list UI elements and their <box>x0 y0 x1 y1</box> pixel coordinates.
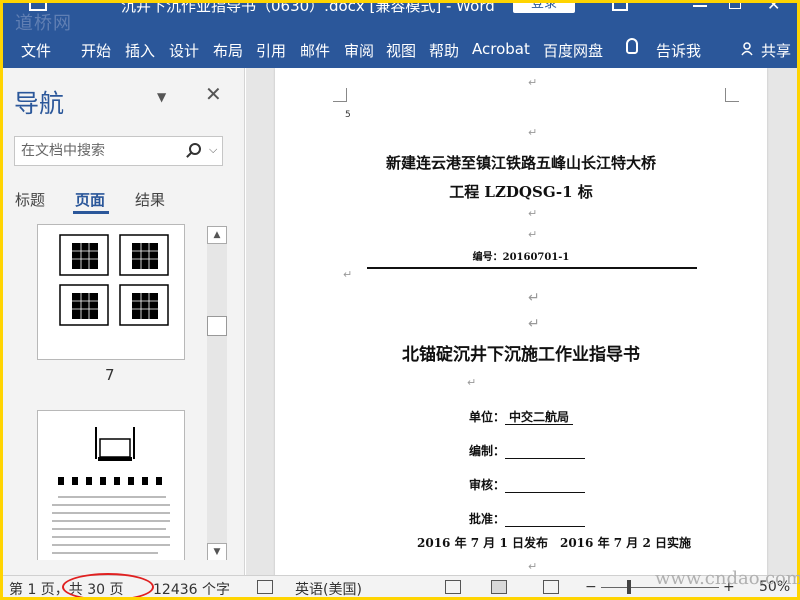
print-layout-icon[interactable] <box>491 580 507 594</box>
nav-tab-pages[interactable]: 页面 <box>75 189 105 210</box>
document-page[interactable]: 5 ↵ ↵ 新建连云港至镇江铁路五峰山长江特大桥 工程 LZDQSG-1 标 ↵… <box>275 68 767 575</box>
paragraph-mark: ↵ <box>343 268 353 281</box>
thumbnail-scrollbar[interactable]: ▲ ▼ <box>207 226 227 560</box>
paragraph-mark: ↵ <box>528 228 538 241</box>
nav-tab-headings[interactable]: 标题 <box>15 189 45 210</box>
compile-label: 编制： <box>469 444 506 458</box>
publish-dates: 2016 年 7 月 1 日发布 2016 年 7 月 2 日实施 <box>417 536 691 550</box>
person-icon <box>741 42 753 56</box>
login-button[interactable]: 登录 <box>513 3 575 13</box>
tab-home[interactable]: 开始 <box>81 40 111 61</box>
tab-help[interactable]: 帮助 <box>429 40 459 61</box>
tell-me-search[interactable]: 告诉我 <box>656 40 701 61</box>
tab-design[interactable]: 设计 <box>169 40 199 61</box>
review-field: 审核： <box>469 476 586 493</box>
approve-blank <box>505 515 586 527</box>
tab-insert[interactable]: 插入 <box>125 40 155 61</box>
site-url-watermark: www.cndao.com <box>655 568 800 589</box>
navigation-pane: 导航 ▼ ✕ ⌵ 标题 页面 结果 <box>3 68 245 575</box>
review-label: 审核： <box>469 478 506 492</box>
page-thumbnails: 7 ▲ ▼ <box>3 220 245 560</box>
tab-view[interactable]: 视图 <box>386 40 416 61</box>
tab-acrobat[interactable]: Acrobat <box>472 40 530 58</box>
close-window-icon[interactable]: ✕ <box>767 3 780 14</box>
text-page-preview <box>52 427 170 554</box>
site-logo-watermark: 道桥网 <box>15 13 72 34</box>
active-tab-indicator <box>73 211 109 214</box>
project-name-line1: 新建连云港至镇江铁路五峰山长江特大桥 <box>385 154 656 172</box>
chevron-down-icon[interactable]: ⌵ <box>209 143 217 157</box>
compile-field: 编制： <box>469 442 586 459</box>
nav-search-box[interactable]: ⌵ <box>14 136 223 166</box>
paragraph-mark: ↵ <box>528 316 540 332</box>
nav-search-input[interactable] <box>21 141 181 161</box>
word-window: 沉井下沉作业指导书（0630）.docx [兼容模式] - Word 登录 ✕ … <box>3 3 797 597</box>
ribbon-display-icon[interactable] <box>612 3 628 11</box>
tab-mailings[interactable]: 邮件 <box>300 40 330 61</box>
read-mode-icon[interactable] <box>445 580 461 594</box>
review-blank <box>505 481 586 493</box>
unit-value: 中交二航局 <box>505 410 574 425</box>
tab-file[interactable]: 文件 <box>21 40 51 61</box>
unit-field: 单位： 中交二航局 <box>469 408 574 425</box>
document-number: 编号：20160701-1 <box>472 252 570 263</box>
approve-label: 批准： <box>469 512 506 526</box>
paragraph-mark: ↵ <box>528 126 538 139</box>
web-layout-icon[interactable] <box>543 580 559 594</box>
approve-field: 批准： <box>469 510 586 527</box>
page-thumbnail[interactable] <box>37 224 185 360</box>
unit-label: 单位： <box>469 410 506 424</box>
zoom-slider-thumb[interactable] <box>627 580 631 594</box>
word-count[interactable]: 12436 个字 <box>153 579 230 597</box>
main-title: 北锚碇沉井下沉施工作业指导书 <box>402 345 640 365</box>
lightbulb-icon[interactable] <box>626 38 638 54</box>
page-marker: 5 <box>345 110 351 120</box>
margin-corner-mark <box>333 88 347 102</box>
tab-baidu-netdisk[interactable]: 百度网盘 <box>543 40 603 61</box>
grid-drawings-preview <box>59 234 169 326</box>
tab-layout[interactable]: 布局 <box>213 40 243 61</box>
paragraph-mark: ↵ <box>528 560 538 573</box>
title-bar: 沉井下沉作业指导书（0630）.docx [兼容模式] - Word 登录 ✕ <box>3 3 797 16</box>
project-name-line2: 工程 LZDQSG-1 标 <box>449 183 593 201</box>
document-title: 沉井下沉作业指导书（0630）.docx [兼容模式] - Word <box>121 3 495 15</box>
margin-corner-mark <box>725 88 739 102</box>
language-indicator[interactable]: 英语(美国) <box>295 579 362 597</box>
page-thumbnail[interactable] <box>37 410 185 560</box>
horizontal-rule <box>367 267 697 269</box>
tab-references[interactable]: 引用 <box>256 40 286 61</box>
zoom-out-button[interactable]: − <box>585 579 597 595</box>
paragraph-mark: ↵ <box>467 376 477 389</box>
red-annotation-circle <box>62 573 154 597</box>
paragraph-mark: ↵ <box>528 76 538 89</box>
nav-title: 导航 <box>14 89 65 118</box>
search-icon[interactable] <box>189 143 201 155</box>
nav-close-icon[interactable]: ✕ <box>205 82 222 106</box>
scroll-thumb[interactable] <box>207 316 227 336</box>
maximize-icon[interactable] <box>729 3 741 9</box>
document-area[interactable]: 5 ↵ ↵ 新建连云港至镇江铁路五峰山长江特大桥 工程 LZDQSG-1 标 ↵… <box>246 68 797 575</box>
paragraph-mark: ↵ <box>528 290 540 306</box>
ribbon-tabs: 文件 开始 插入 设计 布局 引用 邮件 审阅 视图 帮助 Acrobat 百度… <box>3 16 797 68</box>
proofing-icon[interactable] <box>257 580 273 594</box>
thumbnail-page-number: 7 <box>105 366 115 384</box>
nav-tab-results[interactable]: 结果 <box>135 189 165 210</box>
compile-blank <box>505 447 586 459</box>
minimize-icon[interactable] <box>693 5 707 7</box>
tab-review[interactable]: 审阅 <box>344 40 374 61</box>
share-button[interactable]: 共享 <box>761 40 791 61</box>
paragraph-mark: ↵ <box>528 207 538 220</box>
nav-options-icon[interactable]: ▼ <box>157 90 166 104</box>
scroll-down-icon[interactable]: ▼ <box>207 543 227 560</box>
scroll-up-icon[interactable]: ▲ <box>207 226 227 244</box>
